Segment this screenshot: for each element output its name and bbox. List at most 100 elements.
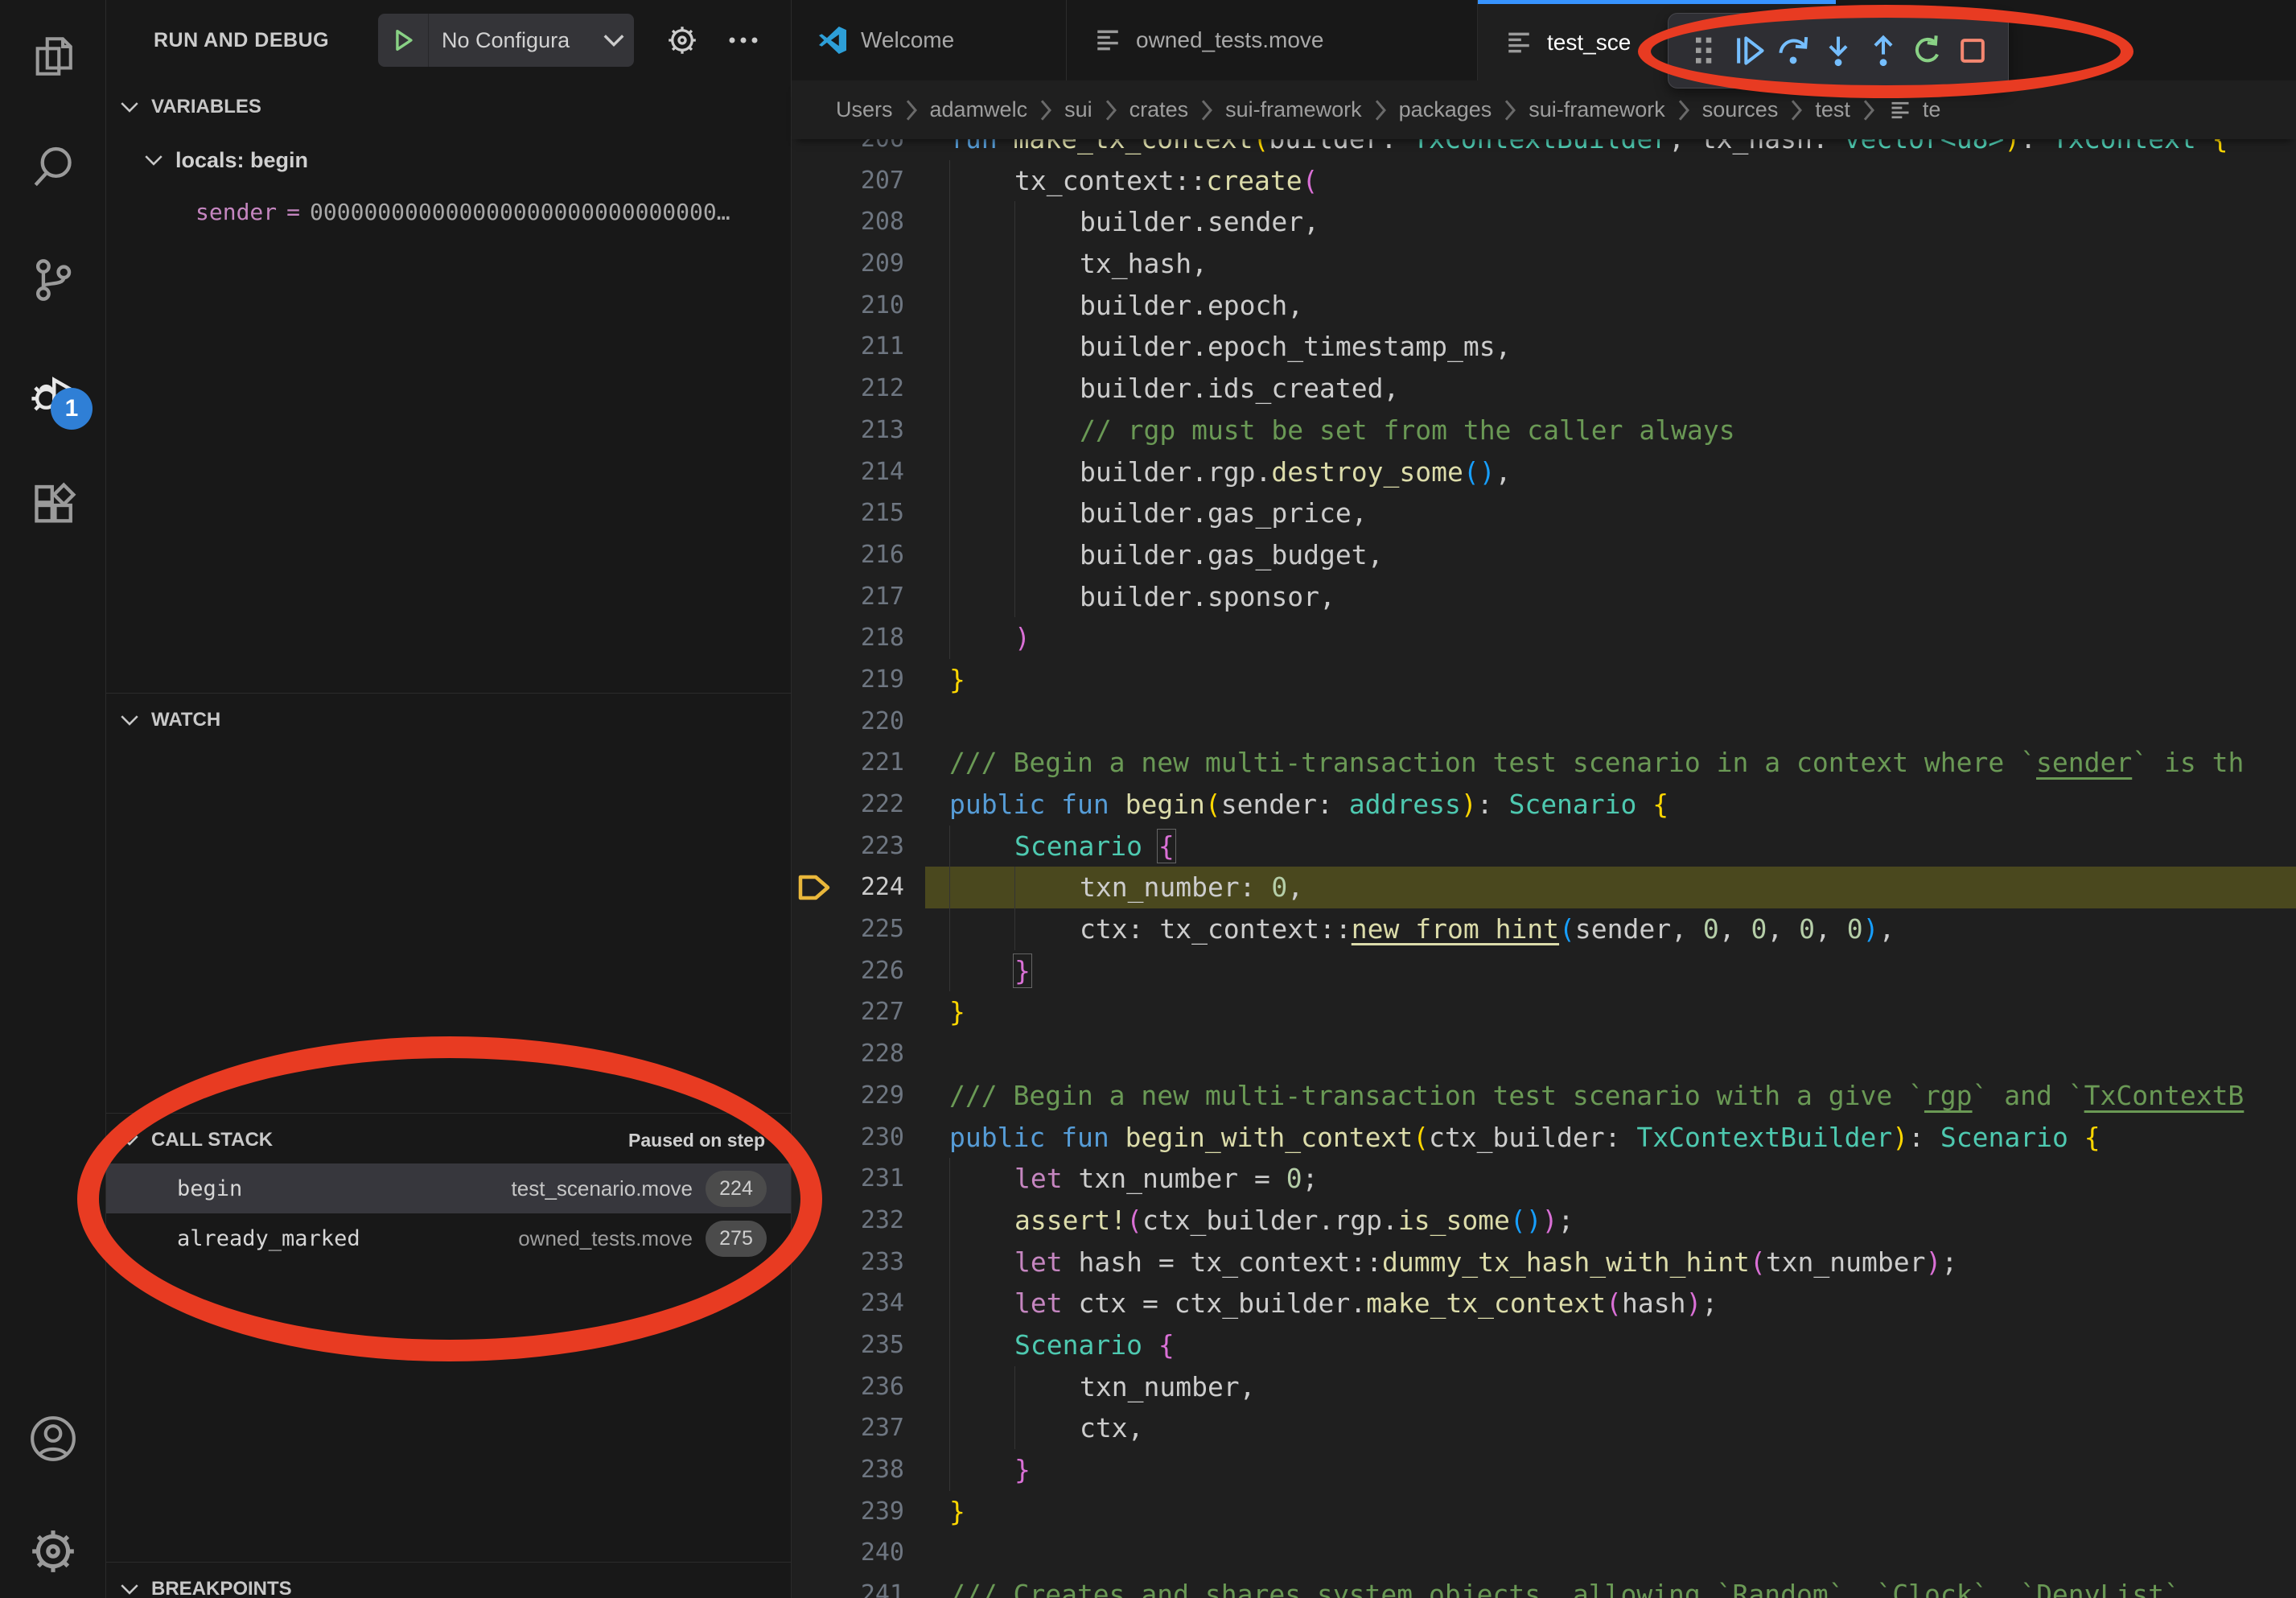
vscode-logo-icon — [819, 27, 846, 54]
breadcrumb-item[interactable]: te — [1923, 97, 1941, 122]
breadcrumb-item[interactable]: sources — [1702, 97, 1779, 122]
code-text: builder.sender, — [1080, 201, 1319, 243]
code-text: } — [949, 991, 965, 1033]
code-line[interactable]: 237ctx, — [792, 1407, 2296, 1449]
tab-owned-tests[interactable]: owned_tests.move — [1067, 0, 1478, 80]
line-number: 238 — [792, 1449, 904, 1491]
indent-guide — [1014, 410, 1015, 451]
breadcrumb-item[interactable]: packages — [1399, 97, 1492, 122]
breadcrumb-item[interactable]: Users — [836, 97, 893, 122]
breadcrumb-item[interactable]: sui — [1064, 97, 1092, 122]
code-line[interactable]: 216builder.gas_budget, — [792, 534, 2296, 576]
restart-icon[interactable] — [1907, 27, 1948, 75]
debug-settings-gear-icon[interactable] — [661, 19, 703, 61]
code-line[interactable]: 221/// Begin a new multi-transaction tes… — [792, 742, 2296, 784]
indent-guide — [1014, 1407, 1015, 1449]
code-line[interactable]: 238} — [792, 1449, 2296, 1491]
breadcrumb-item[interactable]: sui-framework — [1225, 97, 1362, 122]
code-line[interactable]: 214builder.rgp.destroy_some(), — [792, 451, 2296, 493]
code-line[interactable]: 240 — [792, 1532, 2296, 1574]
line-number: 214 — [792, 451, 904, 493]
watch-section-header[interactable]: WATCH — [106, 697, 791, 743]
line-number: 220 — [792, 701, 904, 743]
code-text: } — [949, 659, 965, 701]
code-line[interactable]: 236txn_number, — [792, 1366, 2296, 1408]
breadcrumb[interactable]: Users adamwelc sui crates sui-framework packa… — [792, 80, 2296, 139]
code-text: ) — [1014, 617, 1031, 659]
code-editor[interactable]: 206fun make_tx_context(builder: TxContex… — [792, 139, 2296, 1598]
step-out-icon[interactable] — [1862, 27, 1904, 75]
code-line[interactable]: 235Scenario { — [792, 1324, 2296, 1366]
call-stack-frame[interactable]: begin test_scenario.move 224 — [106, 1163, 791, 1213]
code-line[interactable]: 219} — [792, 659, 2296, 701]
breadcrumb-item[interactable]: test — [1815, 97, 1850, 122]
call-stack-frame[interactable]: already_marked owned_tests.move 275 — [106, 1213, 791, 1263]
continue-icon[interactable] — [1728, 27, 1770, 75]
start-debug-icon[interactable] — [378, 14, 429, 67]
extensions-icon[interactable] — [0, 457, 105, 554]
config-dropdown-label[interactable]: No Configura — [429, 28, 629, 53]
step-over-icon[interactable] — [1772, 27, 1814, 75]
chevron-right-icon — [1372, 98, 1389, 122]
code-line[interactable]: 206fun make_tx_context(builder: TxContex… — [792, 139, 2296, 160]
code-line[interactable]: 207tx_context::create( — [792, 160, 2296, 202]
code-line[interactable]: 209tx_hash, — [792, 243, 2296, 285]
code-line[interactable]: 218) — [792, 617, 2296, 659]
code-line[interactable]: 232assert!(ctx_builder.rgp.is_some()); — [792, 1200, 2296, 1242]
settings-gear-icon[interactable] — [0, 1503, 105, 1598]
toolbar-drag-handle[interactable] — [1683, 27, 1725, 75]
debug-config-dropdown[interactable]: No Configura — [378, 14, 634, 67]
code-line[interactable]: 229/// Begin a new multi-transaction tes… — [792, 1075, 2296, 1117]
code-line[interactable]: 213// rgp must be set from the caller al… — [792, 410, 2296, 451]
account-icon[interactable] — [0, 1390, 105, 1487]
code-line[interactable]: 215builder.gas_price, — [792, 492, 2296, 534]
code-text: txn_number, — [1080, 1366, 1256, 1408]
tab-welcome[interactable]: Welcome — [792, 0, 1067, 80]
chevron-right-icon — [1037, 98, 1055, 122]
run-and-debug-sidebar: RUN AND DEBUG No Configura — [106, 0, 792, 1598]
indent-guide — [1014, 534, 1015, 576]
more-actions-icon[interactable] — [722, 19, 764, 61]
run-and-debug-icon[interactable]: 1 — [0, 344, 105, 441]
code-line[interactable]: 230public fun begin_with_context(ctx_bui… — [792, 1117, 2296, 1159]
indent-guide — [949, 1158, 950, 1200]
variables-scope-row[interactable]: locals: begin — [106, 138, 791, 182]
code-line[interactable]: 220 — [792, 701, 2296, 743]
breadcrumb-item[interactable]: adamwelc — [930, 97, 1028, 122]
code-text: builder.gas_price, — [1080, 492, 1368, 534]
code-line[interactable]: 227} — [792, 991, 2296, 1033]
indent-guide — [949, 908, 950, 950]
code-line[interactable]: 231let txn_number = 0; — [792, 1158, 2296, 1200]
indent-guide — [949, 1324, 950, 1366]
explorer-icon[interactable] — [0, 8, 105, 105]
code-line[interactable]: 212builder.ids_created, — [792, 368, 2296, 410]
code-line-current[interactable]: 224txn_number: 0, — [792, 867, 2296, 908]
code-line[interactable]: 226} — [792, 950, 2296, 992]
source-control-icon[interactable] — [0, 232, 105, 328]
code-line[interactable]: 211builder.epoch_timestamp_ms, — [792, 326, 2296, 368]
code-line[interactable]: 234let ctx = ctx_builder.make_tx_context… — [792, 1283, 2296, 1324]
code-line[interactable]: 225ctx: tx_context::new_from_hint(sender… — [792, 908, 2296, 950]
breakpoints-section-header[interactable]: BREAKPOINTS — [106, 1566, 791, 1598]
code-line[interactable]: 223Scenario { — [792, 826, 2296, 867]
code-line[interactable]: 239} — [792, 1491, 2296, 1533]
search-icon[interactable] — [0, 119, 105, 216]
code-line[interactable]: 217builder.sponsor, — [792, 576, 2296, 618]
code-line[interactable]: 228 — [792, 1033, 2296, 1075]
stop-icon[interactable] — [1952, 27, 1994, 75]
chevron-down-icon — [119, 713, 140, 727]
breadcrumb-item[interactable]: crates — [1129, 97, 1189, 122]
line-number: 213 — [792, 410, 904, 451]
variable-row[interactable]: sender = 000000000000000000000000000000… — [106, 190, 791, 233]
code-line[interactable]: 241/// Creates and shares system objects… — [792, 1574, 2296, 1598]
breadcrumb-item[interactable]: sui-framework — [1529, 97, 1665, 122]
code-line[interactable]: 210builder.epoch, — [792, 285, 2296, 327]
step-into-icon[interactable] — [1817, 27, 1859, 75]
chevron-right-icon — [1198, 98, 1216, 122]
code-line[interactable]: 233let hash = tx_context::dummy_tx_hash_… — [792, 1242, 2296, 1283]
line-number: 237 — [792, 1407, 904, 1449]
code-line[interactable]: 222public fun begin(sender: address): Sc… — [792, 784, 2296, 826]
call-stack-section-header[interactable]: CALL STACK Paused on step — [106, 1117, 791, 1163]
variables-section-header[interactable]: VARIABLES — [106, 84, 791, 130]
code-line[interactable]: 208builder.sender, — [792, 201, 2296, 243]
